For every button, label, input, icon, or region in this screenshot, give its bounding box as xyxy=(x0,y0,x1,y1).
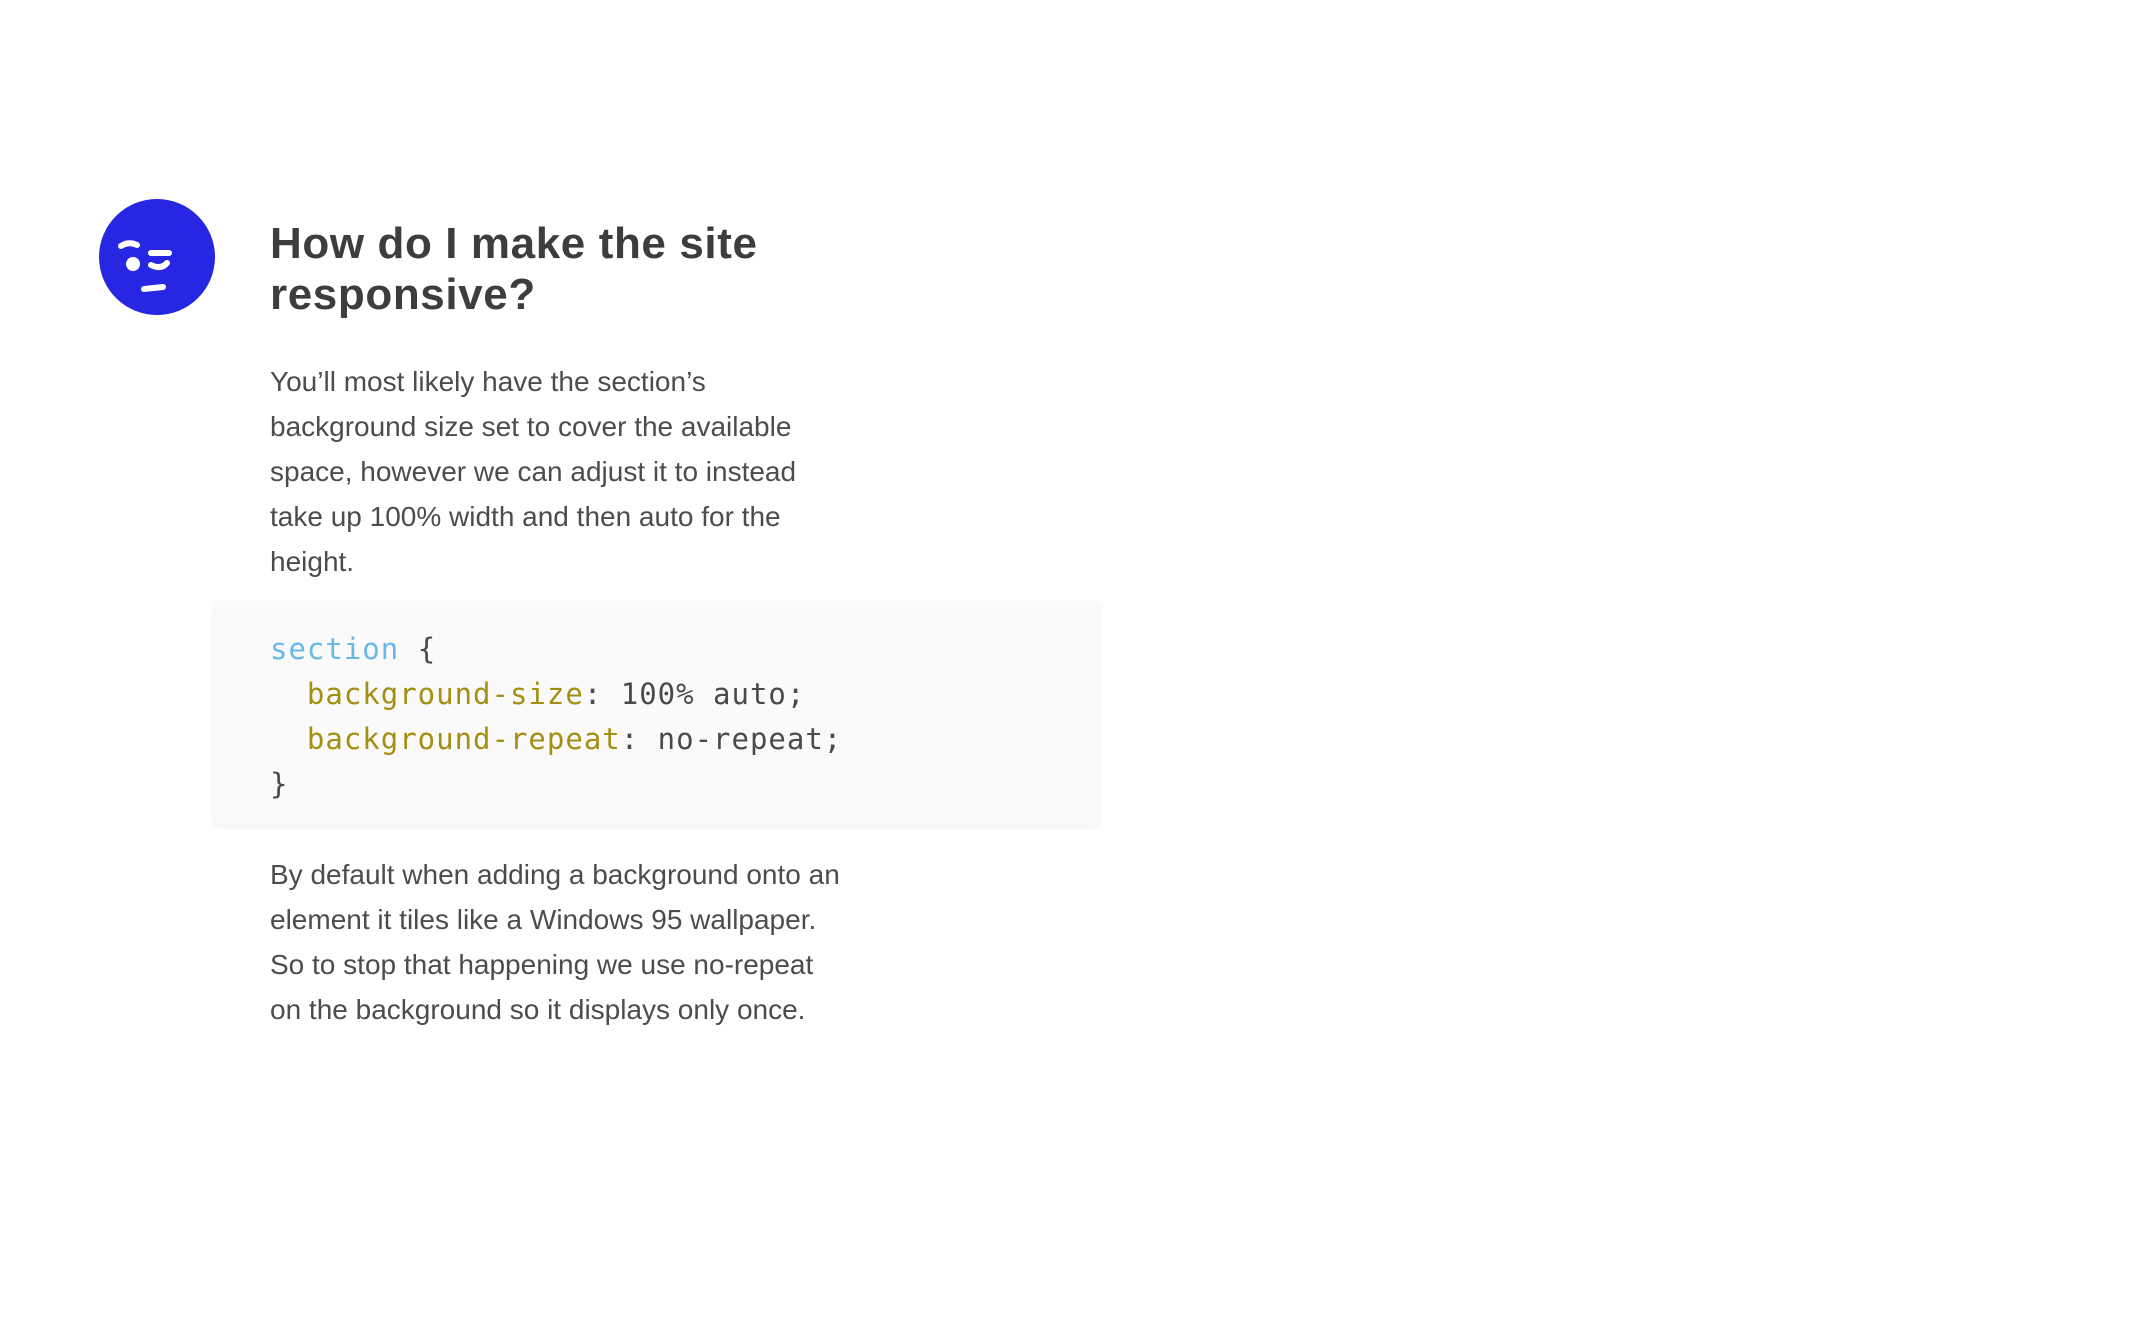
winking-face-icon xyxy=(118,240,172,292)
paragraph-explanation: By default when adding a background onto… xyxy=(270,859,840,1025)
code-value: 100% auto xyxy=(620,677,787,711)
code-block: section { background-size: 100% auto; ba… xyxy=(214,601,1100,825)
code-property: background-repeat xyxy=(306,722,621,756)
code-listing: section { background-size: 100% auto; ba… xyxy=(270,632,843,801)
code-value: no-repeat xyxy=(657,722,824,756)
code-open-brace: { xyxy=(417,632,437,666)
code-selector: section xyxy=(270,632,400,666)
code-property: background-size xyxy=(306,677,584,711)
article-heading: How do I make the site responsive? xyxy=(270,219,758,319)
paragraph-intro: You’ll most likely have the section’s ba… xyxy=(270,366,797,577)
code-close-brace: } xyxy=(270,767,289,801)
avatar xyxy=(99,199,215,315)
article-content: How do I make the site responsive? You’l… xyxy=(270,218,870,584)
